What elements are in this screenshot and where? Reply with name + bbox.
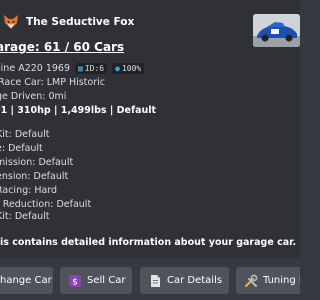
car-thumbnail[interactable] (253, 14, 300, 47)
tools-icon (244, 274, 258, 288)
svg-text:$: $ (72, 277, 78, 287)
car-name: lpine A220 1969 (0, 63, 71, 74)
setting-line: Racing: Hard (0, 185, 58, 196)
car-icon: ▩ (78, 64, 83, 73)
droplet-icon: ● (115, 64, 120, 73)
race-car-line: Race Car: LMP Historic (0, 77, 105, 88)
money-icon: $ (68, 274, 82, 288)
document-icon (148, 274, 162, 288)
car-name-line: lpine A220 1969 ▩ ID:6 ● 100% (0, 63, 145, 74)
author-name[interactable]: The Seductive Fox (26, 16, 134, 28)
embed-footer: is contains detailed information about y… (0, 237, 297, 248)
mileage-line: ge Driven: 0mi (0, 91, 67, 102)
setting-line: t Reduction: Default (0, 199, 92, 210)
fox-icon (2, 13, 20, 31)
garage-title[interactable]: arage: 61 / 60 Cars (0, 40, 124, 54)
setting-line: ension: Default (0, 171, 69, 182)
sell-car-button[interactable]: $ Sell Car (60, 267, 132, 294)
embed-author: The Seductive Fox (2, 13, 134, 31)
condition-badge: ● 100% (112, 63, 145, 74)
garage-embed: The Seductive Fox arage: 61 / 60 Cars lp… (0, 0, 300, 258)
change-car-button[interactable]: hange Car (0, 267, 53, 294)
stats-line: 01 | 310hp | 1,499lbs | Default (0, 105, 157, 116)
setting-line: Kit: Default (0, 129, 50, 140)
setting-line: mission: Default (0, 157, 74, 168)
setting-line: e: Default (0, 143, 43, 154)
car-id-badge: ▩ ID:6 (75, 63, 108, 74)
setting-line: Kit: Default (0, 211, 50, 222)
car-details-button[interactable]: Car Details (140, 267, 229, 294)
tuning-button[interactable]: Tuning D (236, 267, 300, 294)
